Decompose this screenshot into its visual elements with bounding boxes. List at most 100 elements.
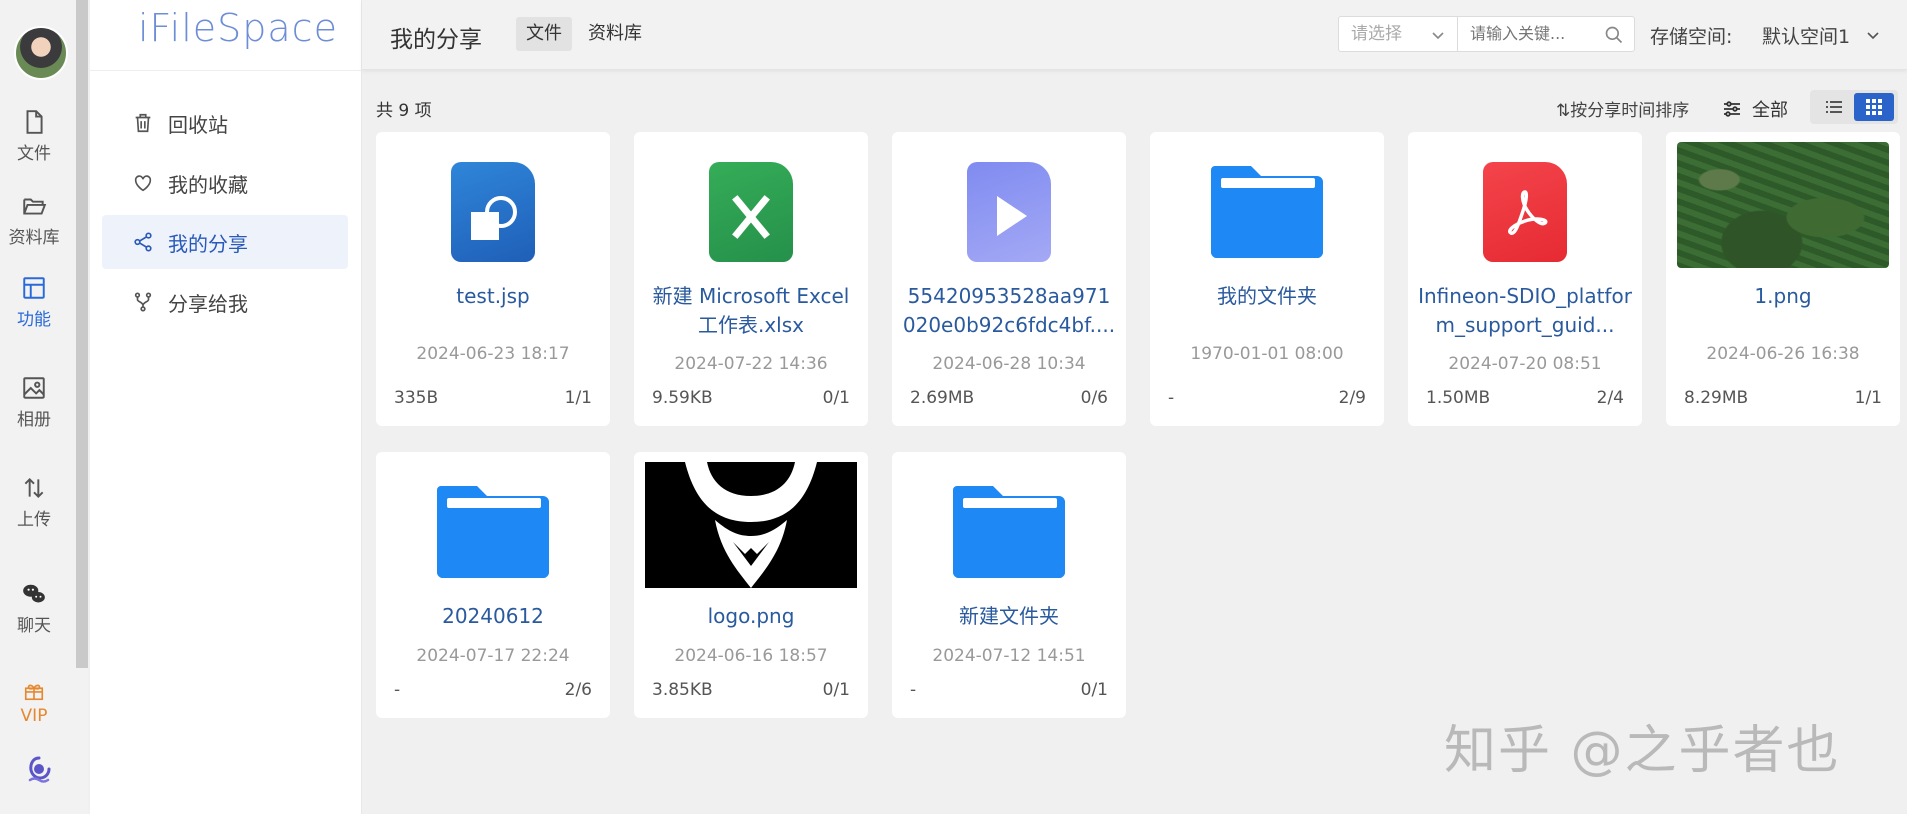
storage-select[interactable]: 默认空间1 — [1762, 22, 1850, 49]
file-thumbnail — [376, 146, 610, 278]
share-ratio: 0/1 — [822, 680, 850, 700]
search-icon[interactable] — [1604, 25, 1624, 45]
share-ratio: 2/4 — [1596, 388, 1624, 408]
file-name[interactable]: 新建 Microsoft Excel 工作表.xlsx — [644, 282, 858, 340]
file-name[interactable]: Infineon-SDIO_platform_support_guid... — [1418, 282, 1632, 340]
file-date: 2024-07-20 08:51 — [1448, 354, 1602, 374]
file-thumbnail — [892, 146, 1126, 278]
heart-icon — [134, 175, 152, 192]
file-thumbnail — [1666, 142, 1900, 268]
sidebar-item-label: 我的收藏 — [168, 172, 248, 197]
view-toggle — [1810, 90, 1898, 124]
search-box[interactable] — [1457, 16, 1635, 52]
file-name[interactable]: 55420953528aa971020e0b92c6fdc4bf.... — [902, 282, 1116, 340]
file-card[interactable]: 新建 Microsoft Excel 工作表.xlsx 2024-07-22 1… — [634, 132, 868, 426]
sidebar-item-favorites[interactable]: 我的收藏 — [102, 156, 348, 210]
file-date: 1970-01-01 08:00 — [1190, 344, 1344, 364]
filter-button[interactable]: 全部 — [1722, 96, 1788, 122]
sort-button[interactable]: ⇅按分享时间排序 — [1556, 96, 1689, 121]
excel-file-icon — [709, 162, 793, 262]
page-title: 我的分享 — [390, 27, 482, 53]
rail-item-upload[interactable]: 上传 — [0, 466, 68, 538]
grid-icon — [1866, 99, 1882, 115]
rail-item-vip[interactable]: VIP — [0, 676, 68, 726]
file-size: 335B — [394, 388, 439, 408]
fork-icon — [134, 292, 152, 312]
rail-item-label: 聊天 — [17, 615, 51, 636]
list-view-button[interactable] — [1814, 93, 1854, 121]
file-date: 2024-06-26 16:38 — [1706, 344, 1860, 364]
file-size: 3.85KB — [652, 680, 713, 700]
file-date: 2024-07-22 14:36 — [674, 354, 828, 374]
file-thumbnail — [1408, 146, 1642, 278]
folder-card[interactable]: 20240612 2024-07-17 22:24 - 2/6 — [376, 452, 610, 718]
search-input[interactable] — [1470, 24, 1600, 43]
transfer-icon — [24, 477, 44, 498]
list-icon — [1826, 101, 1842, 113]
tab-files[interactable]: 文件 — [516, 17, 572, 51]
rail-item-features[interactable]: 功能 — [0, 266, 68, 338]
file-name[interactable]: 我的文件夹 — [1160, 282, 1374, 311]
file-thumbnail — [1150, 146, 1384, 278]
watermark: 知乎 @之乎者也 — [1444, 721, 1841, 781]
chevron-down-icon[interactable] — [1866, 28, 1880, 42]
file-icon — [26, 109, 43, 134]
jsp-file-icon — [451, 162, 535, 262]
file-card[interactable]: 1.png 2024-06-26 16:38 8.29MB 1/1 — [1666, 132, 1900, 426]
sidebar-item-label: 回收站 — [168, 112, 228, 137]
filter-select[interactable]: 请选择 — [1338, 16, 1458, 52]
folder-open-icon — [23, 198, 47, 215]
share-icon — [134, 232, 152, 252]
rail-item-label: 上传 — [17, 509, 51, 530]
file-card[interactable]: 55420953528aa971020e0b92c6fdc4bf.... 202… — [892, 132, 1126, 426]
file-card[interactable]: Infineon-SDIO_platform_support_guid... 2… — [1408, 132, 1642, 426]
file-name[interactable]: test.jsp — [386, 282, 600, 311]
file-name[interactable]: 新建文件夹 — [902, 602, 1116, 631]
folder-card[interactable]: 我的文件夹 1970-01-01 08:00 - 2/9 — [1150, 132, 1384, 426]
avatar[interactable] — [14, 26, 68, 80]
sidebar-item-my-shares[interactable]: 我的分享 — [102, 215, 348, 269]
folder-icon — [437, 486, 549, 578]
file-size: 2.69MB — [910, 388, 975, 408]
file-date: 2024-07-17 22:24 — [416, 646, 570, 666]
file-card[interactable]: logo.png 2024-06-16 18:57 3.85KB 0/1 — [634, 452, 868, 718]
folder-card[interactable]: 新建文件夹 2024-07-12 14:51 - 0/1 — [892, 452, 1126, 718]
share-ratio: 1/1 — [564, 388, 592, 408]
sidebar-item-recycle-bin[interactable]: 回收站 — [102, 96, 348, 150]
folder-icon — [953, 486, 1065, 578]
grid-view-button[interactable] — [1854, 93, 1894, 121]
rail-scrollbar-thumb[interactable] — [76, 0, 88, 668]
landscape-photo — [1677, 142, 1889, 268]
file-name[interactable]: 1.png — [1676, 282, 1890, 311]
app-logo: iFileSpace — [138, 6, 338, 50]
storage-label: 存储空间: — [1650, 26, 1733, 48]
share-ratio: 2/6 — [564, 680, 592, 700]
sidebar-item-label: 我的分享 — [168, 231, 248, 256]
file-date: 2024-06-23 18:17 — [416, 344, 570, 364]
file-name[interactable]: 20240612 — [386, 602, 600, 631]
file-date: 2024-06-16 18:57 — [674, 646, 828, 666]
file-size: - — [910, 680, 917, 700]
rail-item-library[interactable]: 资料库 — [0, 184, 68, 256]
share-ratio: 0/1 — [822, 388, 850, 408]
file-size: - — [1168, 388, 1175, 408]
logo-image — [645, 462, 857, 588]
file-card[interactable]: test.jsp 2024-06-23 18:17 335B 1/1 — [376, 132, 610, 426]
item-count: 共 9 项 — [376, 101, 432, 121]
share-ratio: 2/9 — [1338, 388, 1366, 408]
rail-item-label: 文件 — [17, 143, 51, 164]
file-thumbnail — [376, 466, 610, 598]
file-date: 2024-06-28 10:34 — [932, 354, 1086, 374]
share-ratio: 0/1 — [1080, 680, 1108, 700]
mascot-icon[interactable] — [22, 752, 56, 786]
layout-icon — [23, 276, 45, 299]
file-date: 2024-07-12 14:51 — [932, 646, 1086, 666]
sidebar-item-shared-with-me[interactable]: 分享给我 — [102, 275, 348, 329]
rail-item-album[interactable]: 相册 — [0, 366, 68, 438]
rail-item-chat[interactable]: 聊天 — [0, 572, 68, 644]
sidebar: iFileSpace 回收站 我的收藏 我的分享 分享给我 — [90, 0, 362, 814]
rail-item-files[interactable]: 文件 — [0, 100, 68, 172]
image-icon — [23, 376, 45, 399]
file-name[interactable]: logo.png — [644, 602, 858, 631]
tab-library[interactable]: 资料库 — [578, 17, 652, 51]
